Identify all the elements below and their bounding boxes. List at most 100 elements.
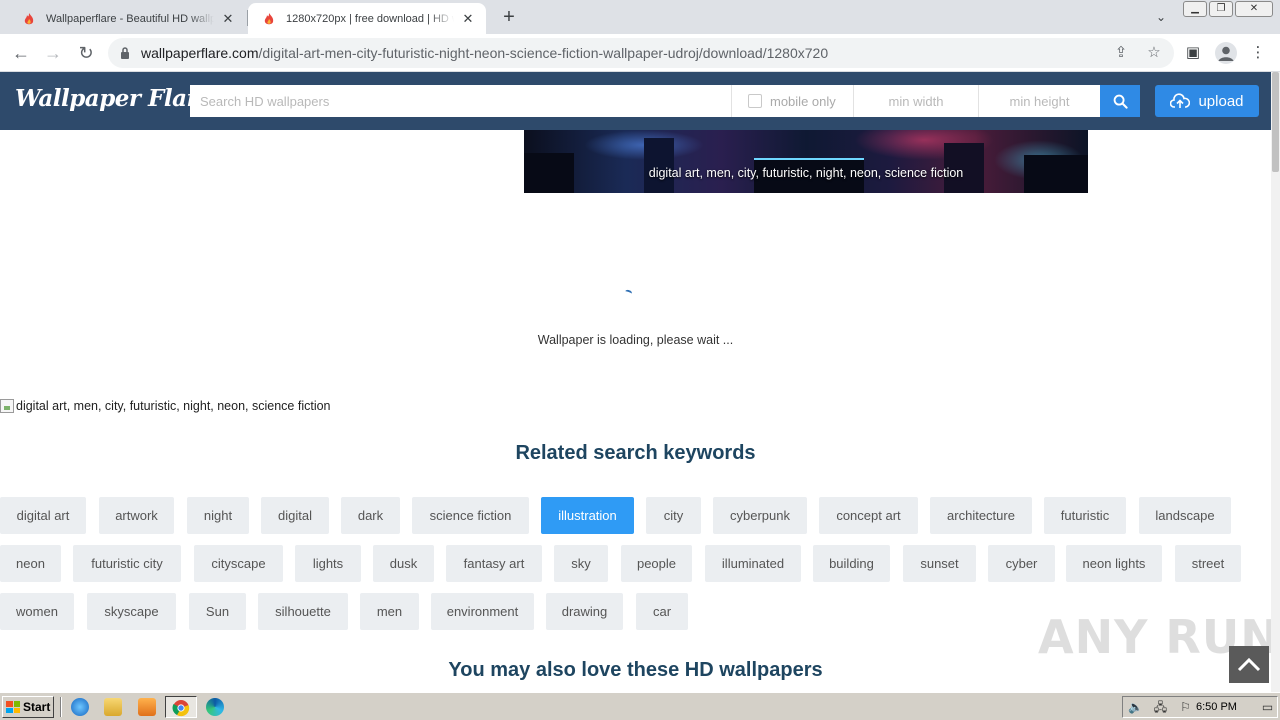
keyword-tag[interactable]: fantasy art [446,545,542,582]
keyword-tag[interactable]: city [646,497,701,534]
wallpaper-image-broken[interactable]: digital art, men, city, futuristic, nigh… [0,399,331,413]
min-width-input[interactable] [854,85,979,117]
keyword-tag[interactable]: digital [261,497,329,534]
windows-taskbar: Start 🔈 🖧 ⚐ ▭ 6:50 PM [0,692,1280,720]
side-panel-icon[interactable]: ▣ [1183,43,1203,63]
flame-favicon-icon [264,12,274,24]
keyword-tag[interactable]: car [636,593,688,630]
keyword-tag[interactable]: sky [554,545,608,582]
chrome-taskbar-button[interactable] [165,696,197,718]
keyword-tag[interactable]: night [187,497,249,534]
search-button[interactable] [1100,85,1140,117]
search-icon [1113,94,1128,109]
keyword-tag[interactable]: illuminated [705,545,801,582]
keyword-tag[interactable]: building [813,545,890,582]
back-icon[interactable]: ← [8,40,34,66]
keyword-tag[interactable]: concept art [819,497,918,534]
keyword-tag[interactable]: neon [0,545,61,582]
minimize-window-icon[interactable]: ▁ [1183,1,1207,17]
address-bar[interactable]: wallpaperflare.com/digital-art-men-city-… [108,38,1174,68]
keyword-tag[interactable]: women [0,593,74,630]
browser-tab[interactable]: Wallpaperflare - Beautiful HD wallpapers… [8,3,246,34]
broken-image-icon [0,399,14,413]
url-text: wallpaperflare.com/digital-art-men-city-… [141,45,828,61]
related-keywords-heading: Related search keywords [515,442,756,464]
tab-close-icon[interactable]: ✕ [220,11,236,27]
tab-search-chevron-icon[interactable]: ⌄ [1152,8,1170,26]
start-label: Start [23,700,51,714]
keyword-tag[interactable]: sunset [903,545,976,582]
browser-toolbar: ← → ↻ wallpaperflare.com/digital-art-men… [0,34,1280,72]
bookmark-star-icon[interactable]: ☆ [1144,43,1164,63]
keyword-tag[interactable]: men [360,593,419,630]
keyword-tag[interactable]: digital art [0,497,86,534]
reload-icon[interactable]: ↻ [73,40,99,66]
min-height-input[interactable] [979,85,1100,117]
keyword-tag[interactable]: futuristic city [73,545,181,582]
keyword-tag[interactable]: cityscape [194,545,283,582]
search-input[interactable] [190,85,732,117]
loading-message: Wallpaper is loading, please wait ... [537,333,734,347]
keyword-tag[interactable]: futuristic [1044,497,1126,534]
volume-icon[interactable]: 🔈 [1128,700,1143,714]
scrollbar-thumb[interactable] [1272,72,1279,172]
keyword-tag[interactable]: artwork [99,497,174,534]
profile-icon[interactable] [1215,42,1237,64]
tab-title: 1280x720px | free download | HD wallpape… [286,12,454,25]
network-icon[interactable]: 🖧 [1153,700,1168,714]
search-form: mobile only [190,85,1140,117]
upload-button[interactable]: upload [1155,85,1259,117]
show-desktop-icon[interactable]: ▭ [1260,700,1275,714]
mobile-only-label: mobile only [770,93,836,109]
restore-window-icon[interactable]: ❐ [1209,1,1233,17]
page-viewport: Wallpaper Flare mobile only upload digit… [0,72,1280,692]
upload-label: upload [1198,92,1244,110]
taskbar-separator [60,697,62,717]
image-alt-text: digital art, men, city, futuristic, nigh… [16,399,331,413]
menu-icon[interactable]: ⋮ [1248,43,1268,63]
close-window-icon[interactable]: ✕ [1235,1,1273,17]
tab-close-icon[interactable]: ✕ [460,11,476,27]
keyword-tag[interactable]: drawing [546,593,623,630]
keyword-tag[interactable]: landscape [1139,497,1231,534]
share-icon[interactable]: ⇪ [1111,43,1131,63]
keyword-tag[interactable]: skyscape [87,593,176,630]
keyword-tag[interactable]: neon lights [1066,545,1162,582]
mobile-only-toggle[interactable]: mobile only [732,85,854,117]
keyword-tag[interactable]: people [621,545,692,582]
keyword-tag[interactable]: dark [341,497,400,534]
chrome-icon [172,700,190,717]
action-center-flag-icon[interactable]: ⚐ [1178,700,1193,714]
keyword-tag[interactable]: cyber [988,545,1055,582]
keyword-tag[interactable]: street [1175,545,1241,582]
browser-tab-active[interactable]: 1280x720px | free download | HD wallpape… [248,3,486,34]
new-tab-plus-icon[interactable]: + [498,7,520,29]
keyword-tag[interactable]: dusk [373,545,434,582]
forward-icon[interactable]: → [40,40,66,66]
keyword-tag[interactable]: lights [295,545,361,582]
page-scrollbar[interactable] [1271,72,1280,692]
flame-favicon-icon [24,12,34,24]
browser-tab-strip: Wallpaperflare - Beautiful HD wallpapers… [0,0,1280,34]
preview-caption: digital art, men, city, futuristic, nigh… [648,166,964,180]
edge-icon[interactable] [206,698,224,716]
cloud-upload-icon [1170,93,1191,108]
keyword-tag[interactable]: architecture [930,497,1032,534]
keyword-tag[interactable]: environment [431,593,534,630]
file-explorer-icon[interactable] [104,698,122,716]
wallpaper-preview-image[interactable]: digital art, men, city, futuristic, nigh… [524,130,1088,193]
keyword-tag[interactable]: illustration [541,497,634,534]
url-host: wallpaperflare.com [141,45,259,61]
start-button[interactable]: Start [2,696,54,718]
media-player-icon[interactable] [138,698,156,716]
mobile-only-checkbox[interactable] [748,94,762,108]
scroll-to-top-button[interactable] [1229,646,1269,683]
keyword-tag[interactable]: silhouette [258,593,348,630]
taskbar-clock: 6:50 PM [1196,701,1237,713]
site-logo[interactable]: Wallpaper Flare [15,85,213,112]
keyword-tag[interactable]: cyberpunk [713,497,807,534]
internet-explorer-icon[interactable] [71,698,89,716]
keyword-tag[interactable]: science fiction [412,497,529,534]
tab-title: Wallpaperflare - Beautiful HD wallpapers [46,12,214,25]
keyword-tag[interactable]: Sun [189,593,246,630]
